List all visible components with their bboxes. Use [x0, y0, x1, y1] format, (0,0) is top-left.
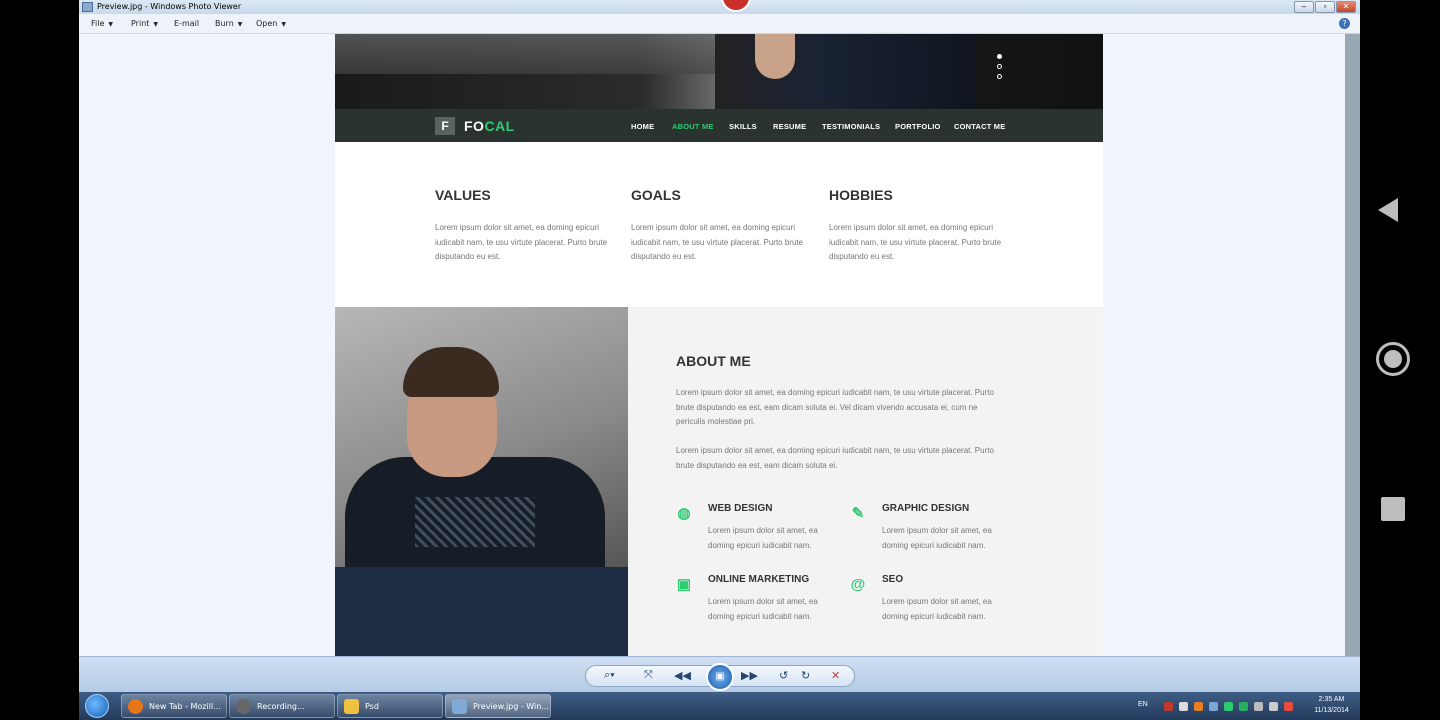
- portrait-photo: [335, 307, 628, 656]
- zoom-icon[interactable]: ⌕▾: [604, 669, 615, 682]
- minimize-button[interactable]: –: [1294, 1, 1314, 13]
- about-title: ABOUT ME: [676, 353, 751, 369]
- tray-app-icon[interactable]: [1224, 702, 1233, 711]
- nav-about-me: ABOUT ME: [672, 122, 714, 131]
- tray-app-icon[interactable]: [1239, 702, 1248, 711]
- website-preview-image: F FOCAL HOME ABOUT ME SKILLS RESUME TEST…: [335, 34, 1103, 656]
- close-window-button[interactable]: ✕: [1336, 1, 1356, 13]
- goals-title: GOALS: [631, 187, 681, 203]
- title-bar[interactable]: Preview.jpg - Windows Photo Viewer – ▫ ✕: [79, 0, 1360, 14]
- service-text-seo: Lorem ipsum dolor sit amet, ea doming ep…: [882, 597, 992, 621]
- folder-icon: [344, 699, 359, 714]
- nav-home: HOME: [631, 122, 655, 131]
- service-text-web-design: Lorem ipsum dolor sit amet, ea doming ep…: [708, 526, 818, 550]
- menu-print[interactable]: Print ▼: [131, 19, 158, 28]
- volume-icon[interactable]: [1269, 702, 1278, 711]
- taskbar-item-recording[interactable]: Recording...: [229, 694, 335, 718]
- service-title-graphic-design: GRAPHIC DESIGN: [882, 503, 970, 514]
- menu-open[interactable]: Open ▼: [256, 19, 286, 28]
- site-navbar: F FOCAL HOME ABOUT ME SKILLS RESUME TEST…: [335, 109, 1103, 142]
- nav-contact-me: CONTACT ME: [954, 122, 1006, 131]
- at-sign-icon: @: [850, 576, 866, 593]
- rotate-right-icon[interactable]: ↻: [801, 669, 810, 682]
- system-tray: EN 2:35 AM 11/13/2014: [1131, 692, 1360, 720]
- menu-bar: File ▼ Print ▼ E-mail Burn ▼ Open ▼ ?: [79, 14, 1360, 34]
- taskbar-item-psd-folder[interactable]: Psd: [337, 694, 443, 718]
- previous-icon[interactable]: ◀◀: [674, 669, 691, 682]
- hero-hand: [755, 34, 795, 79]
- about-paragraph-2: Lorem ipsum dolor sit amet, ea doming ep…: [676, 446, 994, 470]
- about-section: ABOUT ME Lorem ipsum dolor sit amet, ea …: [335, 307, 1103, 656]
- service-title-seo: SEO: [882, 574, 904, 585]
- recording-indicator-icon[interactable]: [721, 0, 751, 12]
- pencil-icon: ✎: [851, 505, 865, 522]
- vertical-scrollbar[interactable]: [1345, 34, 1360, 656]
- firefox-icon: [128, 699, 143, 714]
- slideshow-button[interactable]: ▣: [706, 663, 734, 691]
- screen: Preview.jpg - Windows Photo Viewer – ▫ ✕…: [0, 0, 1440, 720]
- recent-apps-icon[interactable]: [1381, 497, 1405, 521]
- language-indicator[interactable]: EN: [1138, 701, 1148, 708]
- menu-burn[interactable]: Burn ▼: [215, 19, 242, 28]
- service-title-online-marketing: ONLINE MARKETING: [708, 574, 810, 585]
- rotate-left-icon[interactable]: ↺: [779, 669, 788, 682]
- clock-time[interactable]: 2:35 AM: [1309, 696, 1354, 703]
- nav-resume: RESUME: [773, 122, 807, 131]
- service-text-online-marketing: Lorem ipsum dolor sit amet, ea doming ep…: [708, 597, 818, 621]
- logo-text: FOCAL: [464, 118, 515, 134]
- notification-icon[interactable]: [1284, 702, 1293, 711]
- values-text: Lorem ipsum dolor sit amet, ea doming ep…: [435, 223, 608, 261]
- values-title: VALUES: [435, 187, 491, 203]
- tray-app-icon[interactable]: [1164, 702, 1173, 711]
- tray-app-icon[interactable]: [1179, 702, 1188, 711]
- hobbies-text: Lorem ipsum dolor sit amet, ea doming ep…: [829, 223, 1002, 261]
- hero-figure: [715, 34, 975, 109]
- tray-app-icon[interactable]: [1209, 702, 1218, 711]
- viewer-controls: ⌕▾ ⤧ ◀◀ ▣ ▶▶ ↺ ↻ ✕: [585, 663, 855, 691]
- nav-skills: SKILLS: [729, 122, 757, 131]
- network-icon[interactable]: [1254, 702, 1263, 711]
- globe-icon: ◍: [677, 505, 691, 522]
- clock-date[interactable]: 11/13/2014: [1309, 707, 1354, 714]
- home-icon[interactable]: [1376, 342, 1410, 376]
- android-navigation-bar: [1360, 0, 1440, 720]
- menu-file[interactable]: File ▼: [91, 19, 113, 28]
- app-icon: [82, 2, 93, 12]
- window-title: Preview.jpg - Windows Photo Viewer: [97, 2, 242, 11]
- photo-jeans: [335, 567, 628, 656]
- photo-hair: [403, 347, 499, 397]
- menu-email[interactable]: E-mail: [174, 19, 199, 28]
- about-paragraph-1: Lorem ipsum dolor sit amet, ea doming ep…: [676, 388, 994, 426]
- recorder-icon: [236, 699, 251, 714]
- hobbies-title: HOBBIES: [829, 187, 893, 203]
- briefcase-icon: ▣: [676, 576, 692, 593]
- logo-mark: F: [435, 117, 455, 135]
- help-icon[interactable]: ?: [1339, 18, 1350, 29]
- service-text-graphic-design: Lorem ipsum dolor sit amet, ea doming ep…: [882, 526, 992, 550]
- nav-testimonials: TESTIMONIALS: [822, 122, 881, 131]
- actual-size-icon[interactable]: ⤧: [644, 669, 653, 682]
- slider-dot: [997, 74, 1002, 79]
- start-button[interactable]: [85, 694, 109, 718]
- photo-viewer-window: Preview.jpg - Windows Photo Viewer – ▫ ✕…: [79, 0, 1360, 692]
- photo-shirt-print: [415, 497, 535, 547]
- hero-image: [335, 34, 1103, 109]
- service-title-web-design: WEB DESIGN: [708, 503, 773, 514]
- goals-text: Lorem ipsum dolor sit amet, ea doming ep…: [631, 223, 804, 261]
- photo-viewer-icon: [452, 699, 467, 714]
- slider-dot: [997, 54, 1002, 59]
- nav-portfolio: PORTFOLIO: [895, 122, 941, 131]
- maximize-button[interactable]: ▫: [1315, 1, 1335, 13]
- next-icon[interactable]: ▶▶: [741, 669, 758, 682]
- image-viewport[interactable]: F FOCAL HOME ABOUT ME SKILLS RESUME TEST…: [79, 34, 1345, 656]
- hero-bench: [335, 34, 715, 74]
- delete-icon[interactable]: ✕: [831, 669, 840, 682]
- tray-app-icon[interactable]: [1194, 702, 1203, 711]
- taskbar-item-firefox[interactable]: New Tab - Mozill...: [121, 694, 227, 718]
- slider-dot: [997, 64, 1002, 69]
- back-icon[interactable]: [1378, 198, 1398, 222]
- windows-taskbar: New Tab - Mozill... Recording... Psd Pre…: [79, 692, 1360, 720]
- taskbar-item-photo-viewer[interactable]: Preview.jpg - Win...: [445, 694, 551, 718]
- viewer-toolbar: ⌕▾ ⤧ ◀◀ ▣ ▶▶ ↺ ↻ ✕: [79, 656, 1360, 692]
